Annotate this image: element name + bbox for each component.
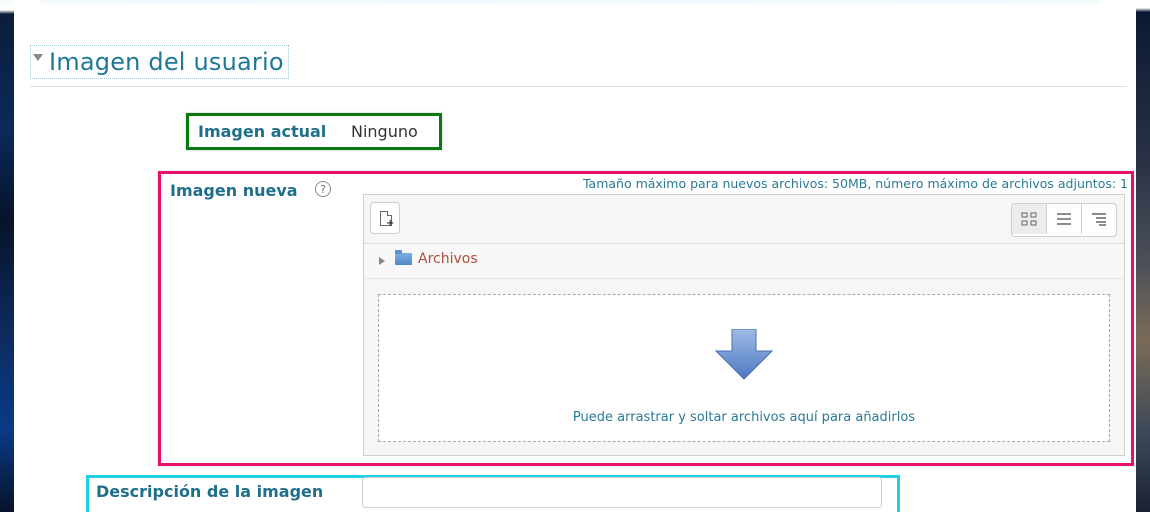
tree-view-icon	[1092, 213, 1106, 226]
image-description-label: Descripción de la imagen	[96, 482, 324, 501]
folder-path-label[interactable]: Archivos	[418, 251, 478, 267]
plus-icon: +	[386, 218, 395, 229]
help-icon[interactable]: ?	[315, 181, 331, 197]
current-image-label: Imagen actual	[198, 122, 327, 141]
folder-path-bar[interactable]: Archivos	[364, 243, 1124, 279]
folder-icon	[395, 250, 412, 265]
section-divider	[30, 86, 1127, 87]
down-arrow-icon	[714, 329, 774, 380]
file-dropzone[interactable]: Puede arrastrar y soltar archivos aquí p…	[378, 294, 1110, 442]
dropzone-text: Puede arrastrar y soltar archivos aquí p…	[572, 410, 916, 425]
collapse-triangle-icon	[33, 53, 43, 61]
section-legend-toggle[interactable]: Imagen del usuario	[30, 45, 289, 79]
new-image-label: Imagen nueva	[170, 181, 298, 200]
upload-limits-text: Tamaño máximo para nuevos archivos: 50MB…	[582, 176, 1128, 191]
grid-view-icon	[1021, 212, 1037, 226]
background-left-edge	[0, 0, 14, 512]
list-view-icon	[1057, 213, 1071, 225]
section-title: Imagen del usuario	[49, 48, 284, 76]
list-view-button[interactable]	[1046, 204, 1081, 234]
view-mode-toggle	[1011, 203, 1117, 237]
background-right-edge	[1136, 0, 1150, 512]
image-description-input[interactable]	[362, 477, 882, 508]
expand-triangle-icon[interactable]	[379, 257, 385, 265]
file-picker: + Archivos Puede arrastrar y soltar arch…	[363, 194, 1125, 456]
tree-view-button[interactable]	[1081, 204, 1116, 234]
grid-view-button[interactable]	[1012, 204, 1046, 234]
current-image-value: Ninguno	[351, 122, 418, 141]
top-border-tint	[40, 0, 1100, 6]
add-file-button[interactable]: +	[370, 202, 400, 234]
